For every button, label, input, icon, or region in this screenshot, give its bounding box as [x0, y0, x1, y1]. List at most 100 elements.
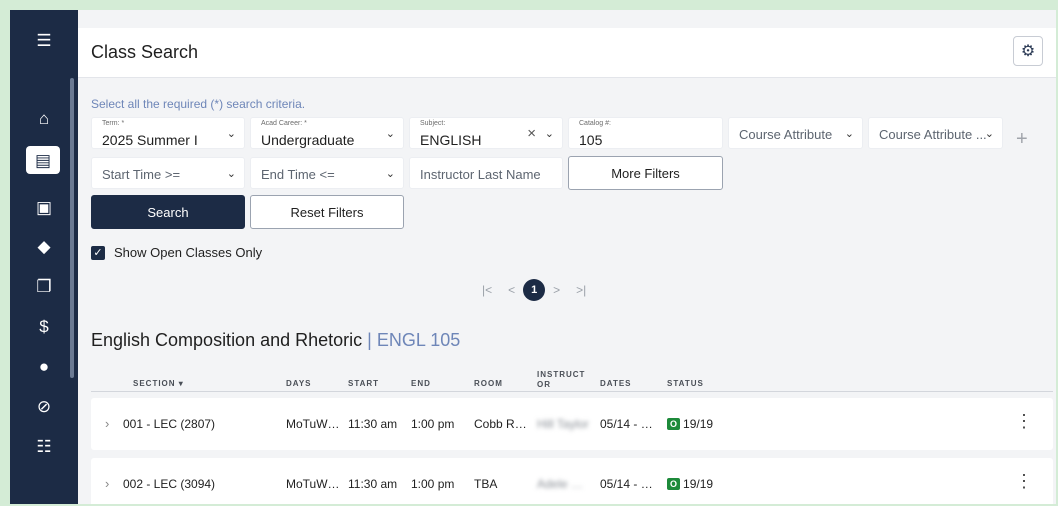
cell-status: O 19/19	[667, 477, 713, 491]
home-icon[interactable]: ⌂	[32, 106, 56, 130]
main-content: Class Search ⚙ Select all the required (…	[78, 10, 1056, 504]
piggy-bank-icon[interactable]: ●	[32, 354, 56, 378]
gear-icon: ⚙	[1020, 43, 1036, 60]
first-page-button[interactable]: |<	[482, 283, 492, 297]
cell-instructor: Adele …	[537, 477, 584, 491]
course-attribute-value-select[interactable]: Course Attribute ... ⌄	[868, 117, 1003, 149]
column-header-start: START	[348, 379, 380, 388]
column-header-instructor: INSTRUCT OR	[537, 370, 585, 390]
sidebar: ☰ ⌂ ▤ ▣ ◆ ❐ $ ● ⊘ ☷	[10, 10, 78, 504]
open-classes-toggle[interactable]: ✓ Show Open Classes Only	[91, 245, 262, 260]
class-search-icon[interactable]: ▤	[26, 146, 60, 174]
expand-row-icon[interactable]: ›	[105, 476, 109, 491]
term-label: Term: *	[102, 120, 125, 127]
course-attribute-select[interactable]: Course Attribute ⌄	[728, 117, 863, 149]
column-header-instructor-line2: OR	[537, 380, 551, 389]
start-time-select[interactable]: Start Time >= ⌄	[91, 157, 245, 189]
cell-instructor: Hill Taylor	[537, 417, 589, 431]
column-header-status: STATUS	[667, 379, 704, 388]
course-separator: |	[362, 330, 377, 350]
status-seats: 19/19	[683, 477, 714, 491]
chevron-down-icon: ⌄	[226, 128, 236, 140]
cell-end: 1:00 pm	[411, 477, 455, 491]
cell-days: MoTuW…	[286, 477, 340, 491]
column-header-dates: DATES	[600, 379, 632, 388]
cell-section: 001 - LEC (2807)	[123, 417, 216, 431]
open-classes-checkbox[interactable]: ✓	[91, 245, 105, 260]
app-frame: ☰ ⌂ ▤ ▣ ◆ ❐ $ ● ⊘ ☷ Class Search ⚙ Selec…	[10, 10, 1056, 504]
subject-select[interactable]: Subject: ENGLISH × ⌄	[409, 117, 563, 149]
chevron-down-icon: ⌄	[844, 128, 854, 140]
last-page-button[interactable]: >|	[576, 283, 586, 297]
course-title: English Composition and Rhetoric | ENGL …	[91, 330, 460, 351]
graduation-cap-icon[interactable]: ◆	[32, 234, 56, 258]
acad-career-value: Undergraduate	[261, 132, 355, 148]
cell-room: TBA	[474, 477, 498, 491]
chevron-down-icon: ⌄	[385, 128, 395, 140]
more-options-icon[interactable]: ⋮	[1015, 412, 1033, 430]
column-header-section[interactable]: SECTION ▾	[133, 379, 184, 388]
dollar-icon[interactable]: $	[32, 314, 56, 338]
cell-status: O 19/19	[667, 417, 713, 431]
course-attribute-placeholder: Course Attribute	[739, 127, 833, 142]
cell-start: 11:30 am	[348, 417, 398, 431]
column-header-room: ROOM	[474, 379, 503, 388]
end-time-select[interactable]: End Time <= ⌄	[250, 157, 404, 189]
sidebar-scrollbar[interactable]	[70, 78, 74, 378]
prev-page-button[interactable]: <	[508, 283, 515, 297]
subject-label: Subject:	[420, 120, 446, 127]
prohibited-icon[interactable]: ⊘	[32, 394, 56, 418]
table-row[interactable]: › 002 - LEC (3094) MoTuW… 11:30 am 1:00 …	[91, 458, 1053, 504]
more-filters-button[interactable]: More Filters	[568, 156, 723, 190]
open-classes-label: Show Open Classes Only	[114, 245, 263, 260]
term-value: 2025 Summer I	[102, 132, 198, 148]
cell-dates: 05/14 - …	[600, 477, 653, 491]
instructor-last-name-input[interactable]: Instructor Last Name	[409, 157, 563, 189]
cell-dates: 05/14 - …	[600, 417, 653, 431]
reset-filters-button[interactable]: Reset Filters	[250, 195, 404, 229]
add-filter-icon[interactable]: +	[1016, 128, 1028, 151]
documents-icon[interactable]: ❐	[32, 274, 56, 298]
course-name: English Composition and Rhetoric	[91, 330, 363, 350]
end-time-placeholder: End Time <=	[261, 167, 335, 182]
acad-career-select[interactable]: Acad Career: * Undergraduate ⌄	[250, 117, 404, 149]
start-time-placeholder: Start Time >=	[102, 167, 181, 182]
status-seats: 19/19	[683, 417, 714, 431]
cell-start: 11:30 am	[348, 477, 398, 491]
page-title: Class Search	[91, 42, 199, 62]
current-page-button[interactable]: 1	[523, 279, 546, 301]
cell-room: Cobb R…	[474, 417, 527, 431]
catalog-number-value: 105	[579, 132, 603, 148]
table-row[interactable]: › 001 - LEC (2807) MoTuW… 11:30 am 1:00 …	[91, 398, 1053, 450]
chevron-down-icon: ⌄	[544, 128, 554, 140]
clear-icon[interactable]: ×	[527, 125, 536, 142]
settings-button[interactable]: ⚙	[1013, 36, 1043, 66]
pagination: |< < 1 > >|	[474, 279, 594, 301]
catalog-number-input[interactable]: Catalog #: 105	[568, 117, 723, 149]
menu-icon[interactable]: ☰	[32, 28, 56, 52]
course-attribute-value-placeholder: Course Attribute ...	[879, 127, 987, 142]
catalog-number-label: Catalog #:	[579, 120, 611, 127]
chevron-down-icon: ⌄	[226, 168, 236, 180]
cell-end: 1:00 pm	[411, 417, 455, 431]
table-header-divider	[91, 391, 1053, 392]
search-hint: Select all the required (*) search crite…	[91, 97, 306, 111]
status-open-badge: O	[667, 478, 681, 490]
subject-value: ENGLISH	[420, 132, 482, 148]
expand-row-icon[interactable]: ›	[105, 416, 109, 431]
term-select[interactable]: Term: * 2025 Summer I ⌄	[91, 117, 245, 149]
column-header-days: DAYS	[286, 379, 312, 388]
checklist-icon[interactable]: ☷	[32, 434, 56, 458]
search-button[interactable]: Search	[91, 195, 245, 229]
column-header-instructor-line1: INSTRUCT	[537, 370, 586, 379]
course-code: ENGL 105	[376, 330, 461, 350]
chevron-down-icon: ⌄	[385, 168, 395, 180]
cell-section: 002 - LEC (3094)	[123, 477, 216, 491]
cell-days: MoTuW…	[286, 417, 340, 431]
acad-career-label: Acad Career: *	[261, 120, 307, 127]
instructor-last-name-placeholder: Instructor Last Name	[420, 167, 541, 182]
column-header-end: END	[411, 379, 431, 388]
more-options-icon[interactable]: ⋮	[1015, 472, 1033, 490]
calendar-icon[interactable]: ▣	[32, 195, 56, 219]
next-page-button[interactable]: >	[553, 283, 560, 297]
